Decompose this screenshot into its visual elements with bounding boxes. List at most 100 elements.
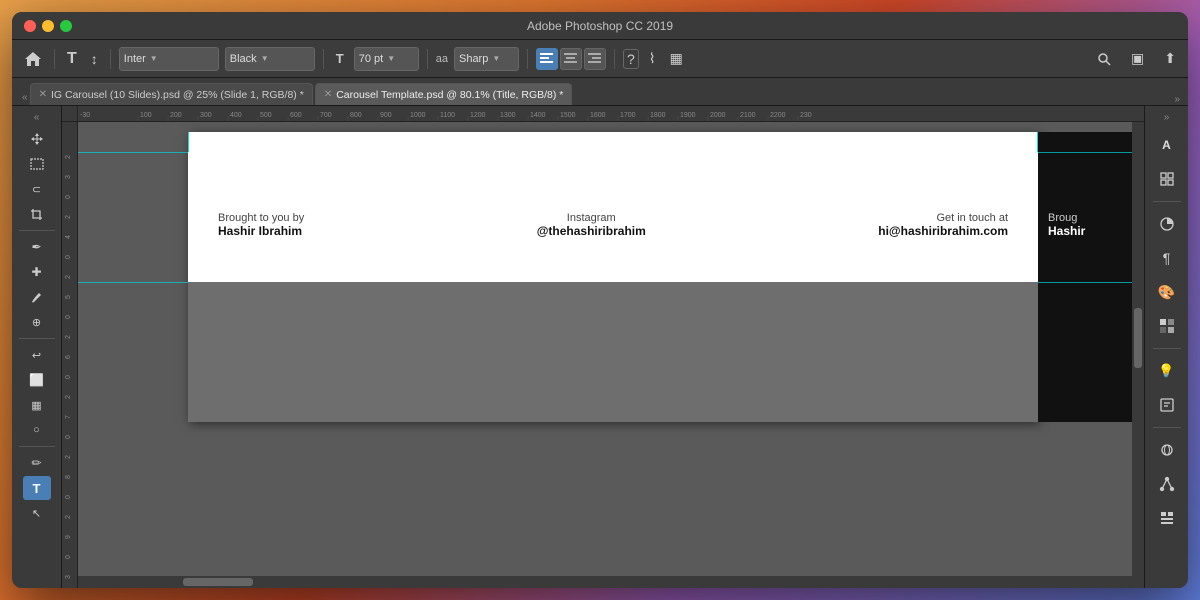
move-tool[interactable] (23, 127, 51, 151)
tab-carousel-template[interactable]: ✕ Carousel Template.psd @ 80.1% (Title, … (315, 83, 573, 105)
guide-ext-top (78, 152, 188, 153)
anti-alias-dropdown[interactable]: Sharp ▼ (454, 47, 519, 71)
document-canvas[interactable]: Brought to you by Hashir Ibrahim Instagr… (188, 132, 1038, 422)
clone-stamp-tool[interactable]: ⊕ (23, 310, 51, 334)
scrollbar-vertical[interactable] (1132, 122, 1144, 588)
svg-text:1400: 1400 (530, 112, 546, 119)
history-brush-tool[interactable]: ↩ (23, 343, 51, 367)
title-bar: Adobe Photoshop CC 2019 (12, 12, 1188, 40)
align-center-button[interactable] (560, 48, 582, 70)
svg-text:700: 700 (320, 112, 332, 119)
white-zone: Brought to you by Hashir Ibrahim Instagr… (188, 152, 1038, 282)
separator-3 (323, 49, 324, 69)
right-collapse[interactable]: » (1162, 110, 1172, 125)
tool-separator-2 (19, 338, 55, 339)
left-toolbar: « ⊂ (12, 106, 62, 588)
history-icon[interactable] (1153, 391, 1181, 419)
brush-settings-icon[interactable]: 💡 (1153, 357, 1181, 385)
3d-icon[interactable] (1153, 436, 1181, 464)
align-group (536, 48, 606, 70)
anti-alias-arrow: ▼ (492, 54, 500, 63)
separator-6 (614, 49, 615, 69)
align-right-button[interactable] (584, 48, 606, 70)
svg-text:0: 0 (65, 495, 72, 499)
footer-col-1: Brought to you by Hashir Ibrahim (218, 212, 304, 238)
svg-text:5: 5 (65, 295, 72, 299)
font-size-value: 70 pt (359, 53, 383, 65)
gradient-tool[interactable]: ▦ (23, 393, 51, 417)
path-ops-icon[interactable] (1153, 470, 1181, 498)
pen-tool[interactable]: ✏ (23, 451, 51, 475)
tabs-expand-right[interactable]: » (1174, 94, 1180, 105)
tab-close-2[interactable]: ✕ (324, 89, 332, 100)
svg-text:400: 400 (230, 112, 242, 119)
swatches-icon[interactable] (1153, 312, 1181, 340)
more-panels-icon[interactable] (1153, 504, 1181, 532)
eyedropper-tool[interactable]: ✒ (23, 235, 51, 259)
heal-tool[interactable]: ✚ (23, 260, 51, 284)
svg-text:1700: 1700 (620, 112, 636, 119)
search-button[interactable] (1093, 50, 1115, 68)
ruler-h-svg: -30 100 200 300 400 500 600 700 (78, 106, 1144, 122)
tabs-collapse-left[interactable]: « (20, 90, 30, 105)
eraser-tool[interactable]: ⬜ (23, 368, 51, 392)
black-guide-mid (1038, 282, 1144, 283)
font-family-dropdown[interactable]: Inter ▼ (119, 47, 219, 71)
glyph-button[interactable]: ? (623, 49, 639, 69)
crop-tool[interactable] (23, 202, 51, 226)
svg-text:600: 600 (290, 112, 302, 119)
svg-text:1900: 1900 (680, 112, 696, 119)
font-size-dropdown[interactable]: 70 pt ▼ (354, 47, 419, 71)
close-button[interactable] (24, 20, 36, 32)
properties-icon[interactable] (1153, 165, 1181, 193)
view-extras-button[interactable]: ▣ (1127, 48, 1148, 69)
canvas-content: Brought to you by Hashir Ibrahim Instagr… (78, 122, 1144, 588)
scrollbar-horizontal[interactable] (78, 576, 1132, 588)
scrollbar-thumb-v[interactable] (1134, 308, 1142, 368)
footer-col-2: Instagram @thehashiribrahim (537, 212, 646, 238)
text-tool[interactable]: T (23, 476, 51, 500)
scrollbar-thumb-h[interactable] (183, 578, 253, 586)
tool-separator-1 (19, 230, 55, 231)
footer-label-3: Get in touch at (878, 212, 1008, 224)
tab-ig-carousel[interactable]: ✕ IG Carousel (10 Slides).psd @ 25% (Sli… (30, 83, 313, 105)
path-select-tool[interactable]: ↖ (23, 501, 51, 525)
text-tool-button[interactable]: T (63, 48, 81, 70)
svg-text:0: 0 (65, 195, 72, 199)
layers-panel-icon[interactable]: A (1153, 131, 1181, 159)
dodge-tool[interactable]: ○ (23, 418, 51, 442)
black-label-1: Broug (1048, 212, 1085, 224)
minimize-button[interactable] (42, 20, 54, 32)
svg-text:7: 7 (65, 415, 72, 419)
left-collapse[interactable]: « (32, 110, 42, 125)
warp-text-button[interactable]: ⌇ (645, 48, 660, 69)
maximize-button[interactable] (60, 20, 72, 32)
tab-close-1[interactable]: ✕ (39, 89, 47, 100)
svg-text:2200: 2200 (770, 112, 786, 119)
black-panel: Broug Hashir (1038, 132, 1144, 422)
svg-text:2: 2 (65, 455, 72, 459)
adjustments-icon[interactable] (1153, 210, 1181, 238)
paragraph-icon[interactable]: ¶ (1153, 244, 1181, 272)
char-panel-button[interactable]: ▦ (666, 48, 687, 69)
svg-text:2100: 2100 (740, 112, 756, 119)
svg-text:0: 0 (65, 555, 72, 559)
ruler-horizontal: -30 100 200 300 400 500 600 700 (78, 106, 1144, 122)
svg-text:2000: 2000 (710, 112, 726, 119)
guide-ext-mid (78, 282, 188, 283)
brush-tool[interactable] (23, 285, 51, 309)
lasso-tool[interactable]: ⊂ (23, 177, 51, 201)
text-direction-button[interactable]: ↕ (87, 49, 102, 69)
tool-separator-3 (19, 446, 55, 447)
gray-zone (188, 282, 1038, 422)
selection-tool[interactable] (23, 152, 51, 176)
svg-text:1500: 1500 (560, 112, 576, 119)
right-panel: » A ¶ 🎨 (1144, 106, 1188, 588)
align-left-button[interactable] (536, 48, 558, 70)
footer-content: Brought to you by Hashir Ibrahim Instagr… (188, 212, 1038, 238)
home-button[interactable] (20, 49, 46, 69)
color-icon[interactable]: 🎨 (1153, 278, 1181, 306)
share-button[interactable]: ⬆ (1160, 48, 1180, 69)
font-size-icon: T (332, 49, 348, 68)
font-color-dropdown[interactable]: Black ▼ (225, 47, 315, 71)
